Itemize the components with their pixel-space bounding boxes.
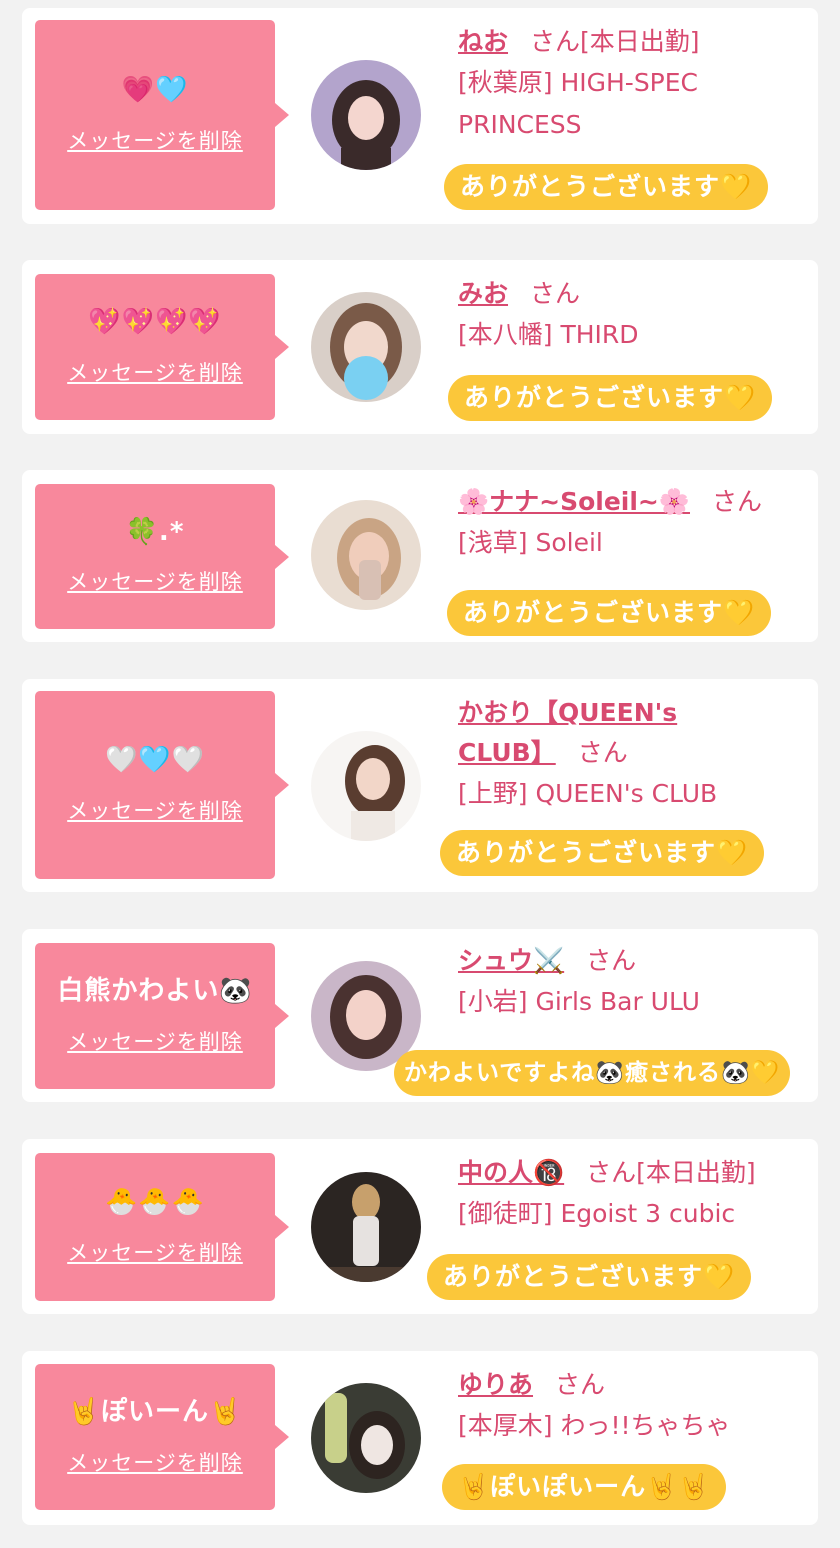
name-line: かおり【QUEEN's CLUB】 さん	[458, 693, 718, 773]
cast-name-link[interactable]: ゆりあ	[458, 1370, 533, 1399]
avatar-image	[311, 500, 421, 610]
cast-name-link[interactable]: 中の人🔞	[458, 1158, 564, 1187]
message-card: 白熊かわよい🐼 メッセージを削除 シュウ⚔️ さん [小岩] Girls Bar …	[22, 929, 818, 1102]
honorific: さん	[586, 946, 637, 975]
cast-info: シュウ⚔️ さん [小岩] Girls Bar ULU	[458, 941, 810, 1023]
message-text: 白熊かわよい🐼	[57, 976, 253, 1007]
avatar[interactable]	[311, 60, 421, 170]
honorific: さん	[530, 27, 581, 56]
reply-bubble: かわよいですよね🐼癒される🐼💛	[394, 1050, 791, 1096]
message-list: 💗🩵 メッセージを削除 ねお さん[本日出勤] [秋葉原] HIGH-SPEC P…	[0, 0, 840, 1548]
honorific: さん	[555, 1370, 606, 1399]
reply-bubble: ありがとうございます💛	[427, 1254, 752, 1300]
message-text: 💗🩵	[121, 75, 189, 106]
message-bubble: 白熊かわよい🐼 メッセージを削除	[35, 943, 289, 1089]
cast-name-link[interactable]: みお	[458, 279, 508, 308]
shop-name: [本厚木] わっ!!ちゃちゃ	[458, 1411, 731, 1440]
message-card: 🍀.* メッセージを削除 🌸ナナ~Soleil~🌸 さん [浅草] Soleil …	[22, 470, 818, 642]
shop-name: [小岩] Girls Bar ULU	[458, 987, 700, 1016]
message-bubble: 🐣🐣🐣 メッセージを削除	[35, 1153, 289, 1301]
delete-message-link[interactable]: メッセージを削除	[67, 795, 243, 825]
message-bubble: 🤍🩵🤍 メッセージを削除	[35, 691, 289, 879]
status-label: [本日出勤]	[636, 1158, 756, 1187]
shop-name: [秋葉原] HIGH-SPEC PRINCESS	[458, 68, 699, 139]
message-card: 💖💖💖💖 メッセージを削除 みお さん [本八幡] THIRD ありがとうございま…	[22, 260, 818, 434]
status-label: [本日出勤]	[580, 27, 700, 56]
cast-name-link[interactable]: シュウ⚔️	[458, 946, 564, 975]
avatar-image	[311, 731, 421, 841]
name-line: ゆりあ さん	[458, 1365, 810, 1405]
cast-info: 🌸ナナ~Soleil~🌸 さん [浅草] Soleil	[458, 482, 810, 564]
message-bubble: 💗🩵 メッセージを削除	[35, 20, 289, 210]
cast-info: かおり【QUEEN's CLUB】 さん [上野] QUEEN's CLUB	[458, 693, 810, 815]
delete-message-link[interactable]: メッセージを削除	[67, 1237, 243, 1267]
cast-info: みお さん [本八幡] THIRD	[458, 274, 810, 356]
name-line: ねお さん[本日出勤]	[458, 22, 810, 62]
message-card: 💗🩵 メッセージを削除 ねお さん[本日出勤] [秋葉原] HIGH-SPEC P…	[22, 8, 818, 224]
message-card: 🐣🐣🐣 メッセージを削除 中の人🔞 さん[本日出勤] [御徒町] Egoist 3…	[22, 1139, 818, 1314]
cast-info: ゆりあ さん [本厚木] わっ!!ちゃちゃ	[458, 1365, 810, 1447]
avatar[interactable]	[311, 1172, 421, 1282]
message-text: 🐣🐣🐣	[104, 1187, 206, 1218]
name-line: みお さん	[458, 274, 810, 314]
delete-message-link[interactable]: メッセージを削除	[67, 357, 243, 387]
name-line: 🌸ナナ~Soleil~🌸 さん	[458, 482, 810, 522]
reply-bubble: 🤘ぽいぽいーん🤘🤘	[442, 1464, 727, 1510]
avatar-image	[311, 1383, 421, 1493]
message-text: 🤍🩵🤍	[104, 745, 206, 776]
message-card: 🤍🩵🤍 メッセージを削除 かおり【QUEEN's CLUB】 さん [上野] QU…	[22, 679, 818, 892]
message-bubble: 💖💖💖💖 メッセージを削除	[35, 274, 289, 420]
honorific: さん	[586, 1158, 637, 1187]
cast-info: ねお さん[本日出勤] [秋葉原] HIGH-SPEC PRINCESS	[458, 22, 810, 146]
honorific: さん	[577, 738, 628, 767]
cast-name-link[interactable]: 🌸ナナ~Soleil~🌸	[458, 487, 690, 516]
cast-name-link[interactable]: ねお	[458, 27, 508, 56]
message-text: 🍀.*	[125, 516, 185, 547]
delete-message-link[interactable]: メッセージを削除	[67, 1026, 243, 1056]
honorific: さん	[712, 487, 763, 516]
reply-bubble: ありがとうございます💛	[440, 830, 765, 876]
honorific: さん	[530, 279, 581, 308]
message-bubble: 🍀.* メッセージを削除	[35, 484, 289, 629]
delete-message-link[interactable]: メッセージを削除	[67, 1447, 243, 1477]
reply-bubble: ありがとうございます💛	[444, 164, 769, 210]
reply-bubble: ありがとうございます💛	[447, 590, 772, 636]
delete-message-link[interactable]: メッセージを削除	[67, 566, 243, 596]
delete-message-link[interactable]: メッセージを削除	[67, 125, 243, 155]
avatar-image	[311, 292, 421, 402]
shop-name: [本八幡] THIRD	[458, 320, 639, 349]
message-text: 💖💖💖💖	[88, 307, 222, 338]
message-bubble: 🤘ぽいーん🤘 メッセージを削除	[35, 1364, 289, 1510]
name-line: シュウ⚔️ さん	[458, 941, 810, 981]
avatar[interactable]	[311, 500, 421, 610]
avatar[interactable]	[311, 1383, 421, 1493]
cast-info: 中の人🔞 さん[本日出勤] [御徒町] Egoist 3 cubic	[458, 1153, 810, 1235]
cast-name-link[interactable]: かおり【QUEEN's CLUB】	[458, 698, 677, 767]
message-card: 🤘ぽいーん🤘 メッセージを削除 ゆりあ さん [本厚木] わっ!!ちゃちゃ 🤘ぽい…	[22, 1351, 818, 1525]
message-text: 🤘ぽいーん🤘	[67, 1397, 243, 1428]
avatar-image	[311, 1172, 421, 1282]
name-line: 中の人🔞 さん[本日出勤]	[458, 1153, 810, 1193]
avatar[interactable]	[311, 292, 421, 402]
shop-name: [浅草] Soleil	[458, 528, 603, 557]
shop-name: [御徒町] Egoist 3 cubic	[458, 1199, 736, 1228]
avatar-image	[311, 60, 421, 170]
reply-bubble: ありがとうございます💛	[448, 375, 773, 421]
shop-name: [上野] QUEEN's CLUB	[458, 779, 718, 808]
avatar[interactable]	[311, 731, 421, 841]
